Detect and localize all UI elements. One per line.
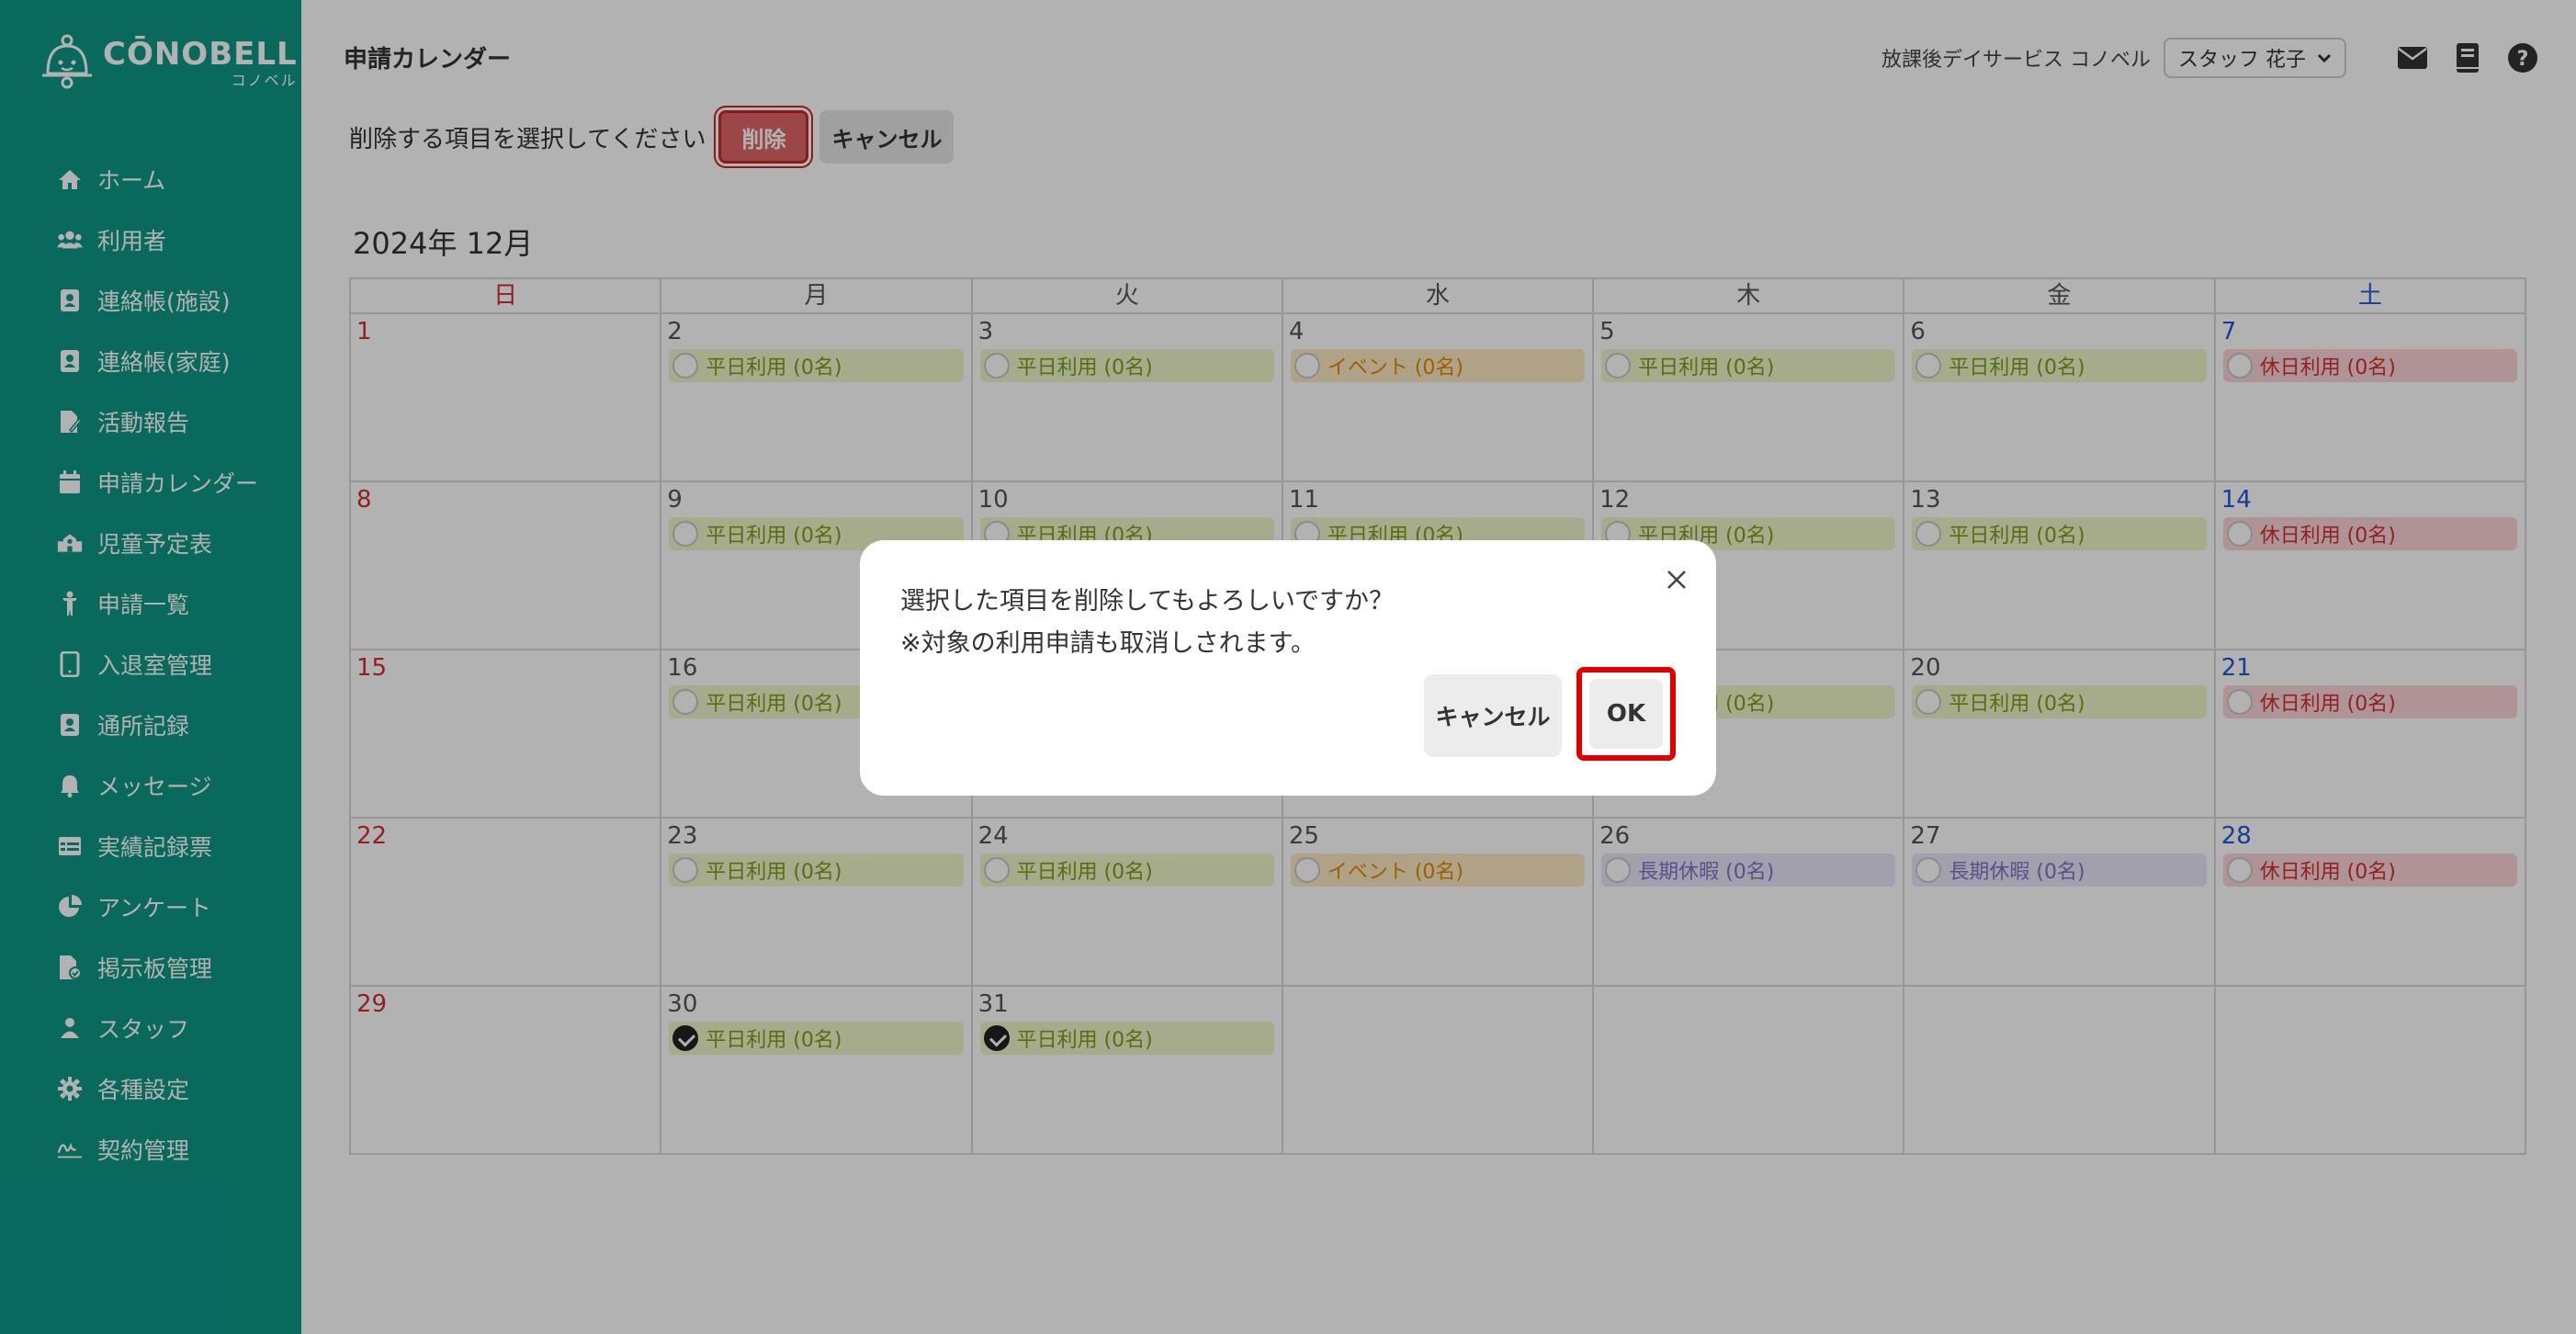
dialog-ok-highlight: OK	[1576, 667, 1676, 761]
close-icon[interactable]	[1663, 566, 1690, 594]
dialog-message: 選択した項目を削除してもよろしいですか？ ※対象の利用申請も取消しされます。	[900, 581, 1394, 665]
dialog-message-line2: ※対象の利用申請も取消しされます。	[900, 629, 1316, 658]
dialog-ok-button[interactable]: OK	[1589, 679, 1663, 749]
confirm-dialog: 選択した項目を削除してもよろしいですか？ ※対象の利用申請も取消しされます。 キ…	[860, 540, 1716, 796]
dialog-message-line1: 選択した項目を削除してもよろしいですか？	[900, 587, 1395, 616]
dialog-cancel-button[interactable]: キャンセル	[1424, 674, 1562, 757]
